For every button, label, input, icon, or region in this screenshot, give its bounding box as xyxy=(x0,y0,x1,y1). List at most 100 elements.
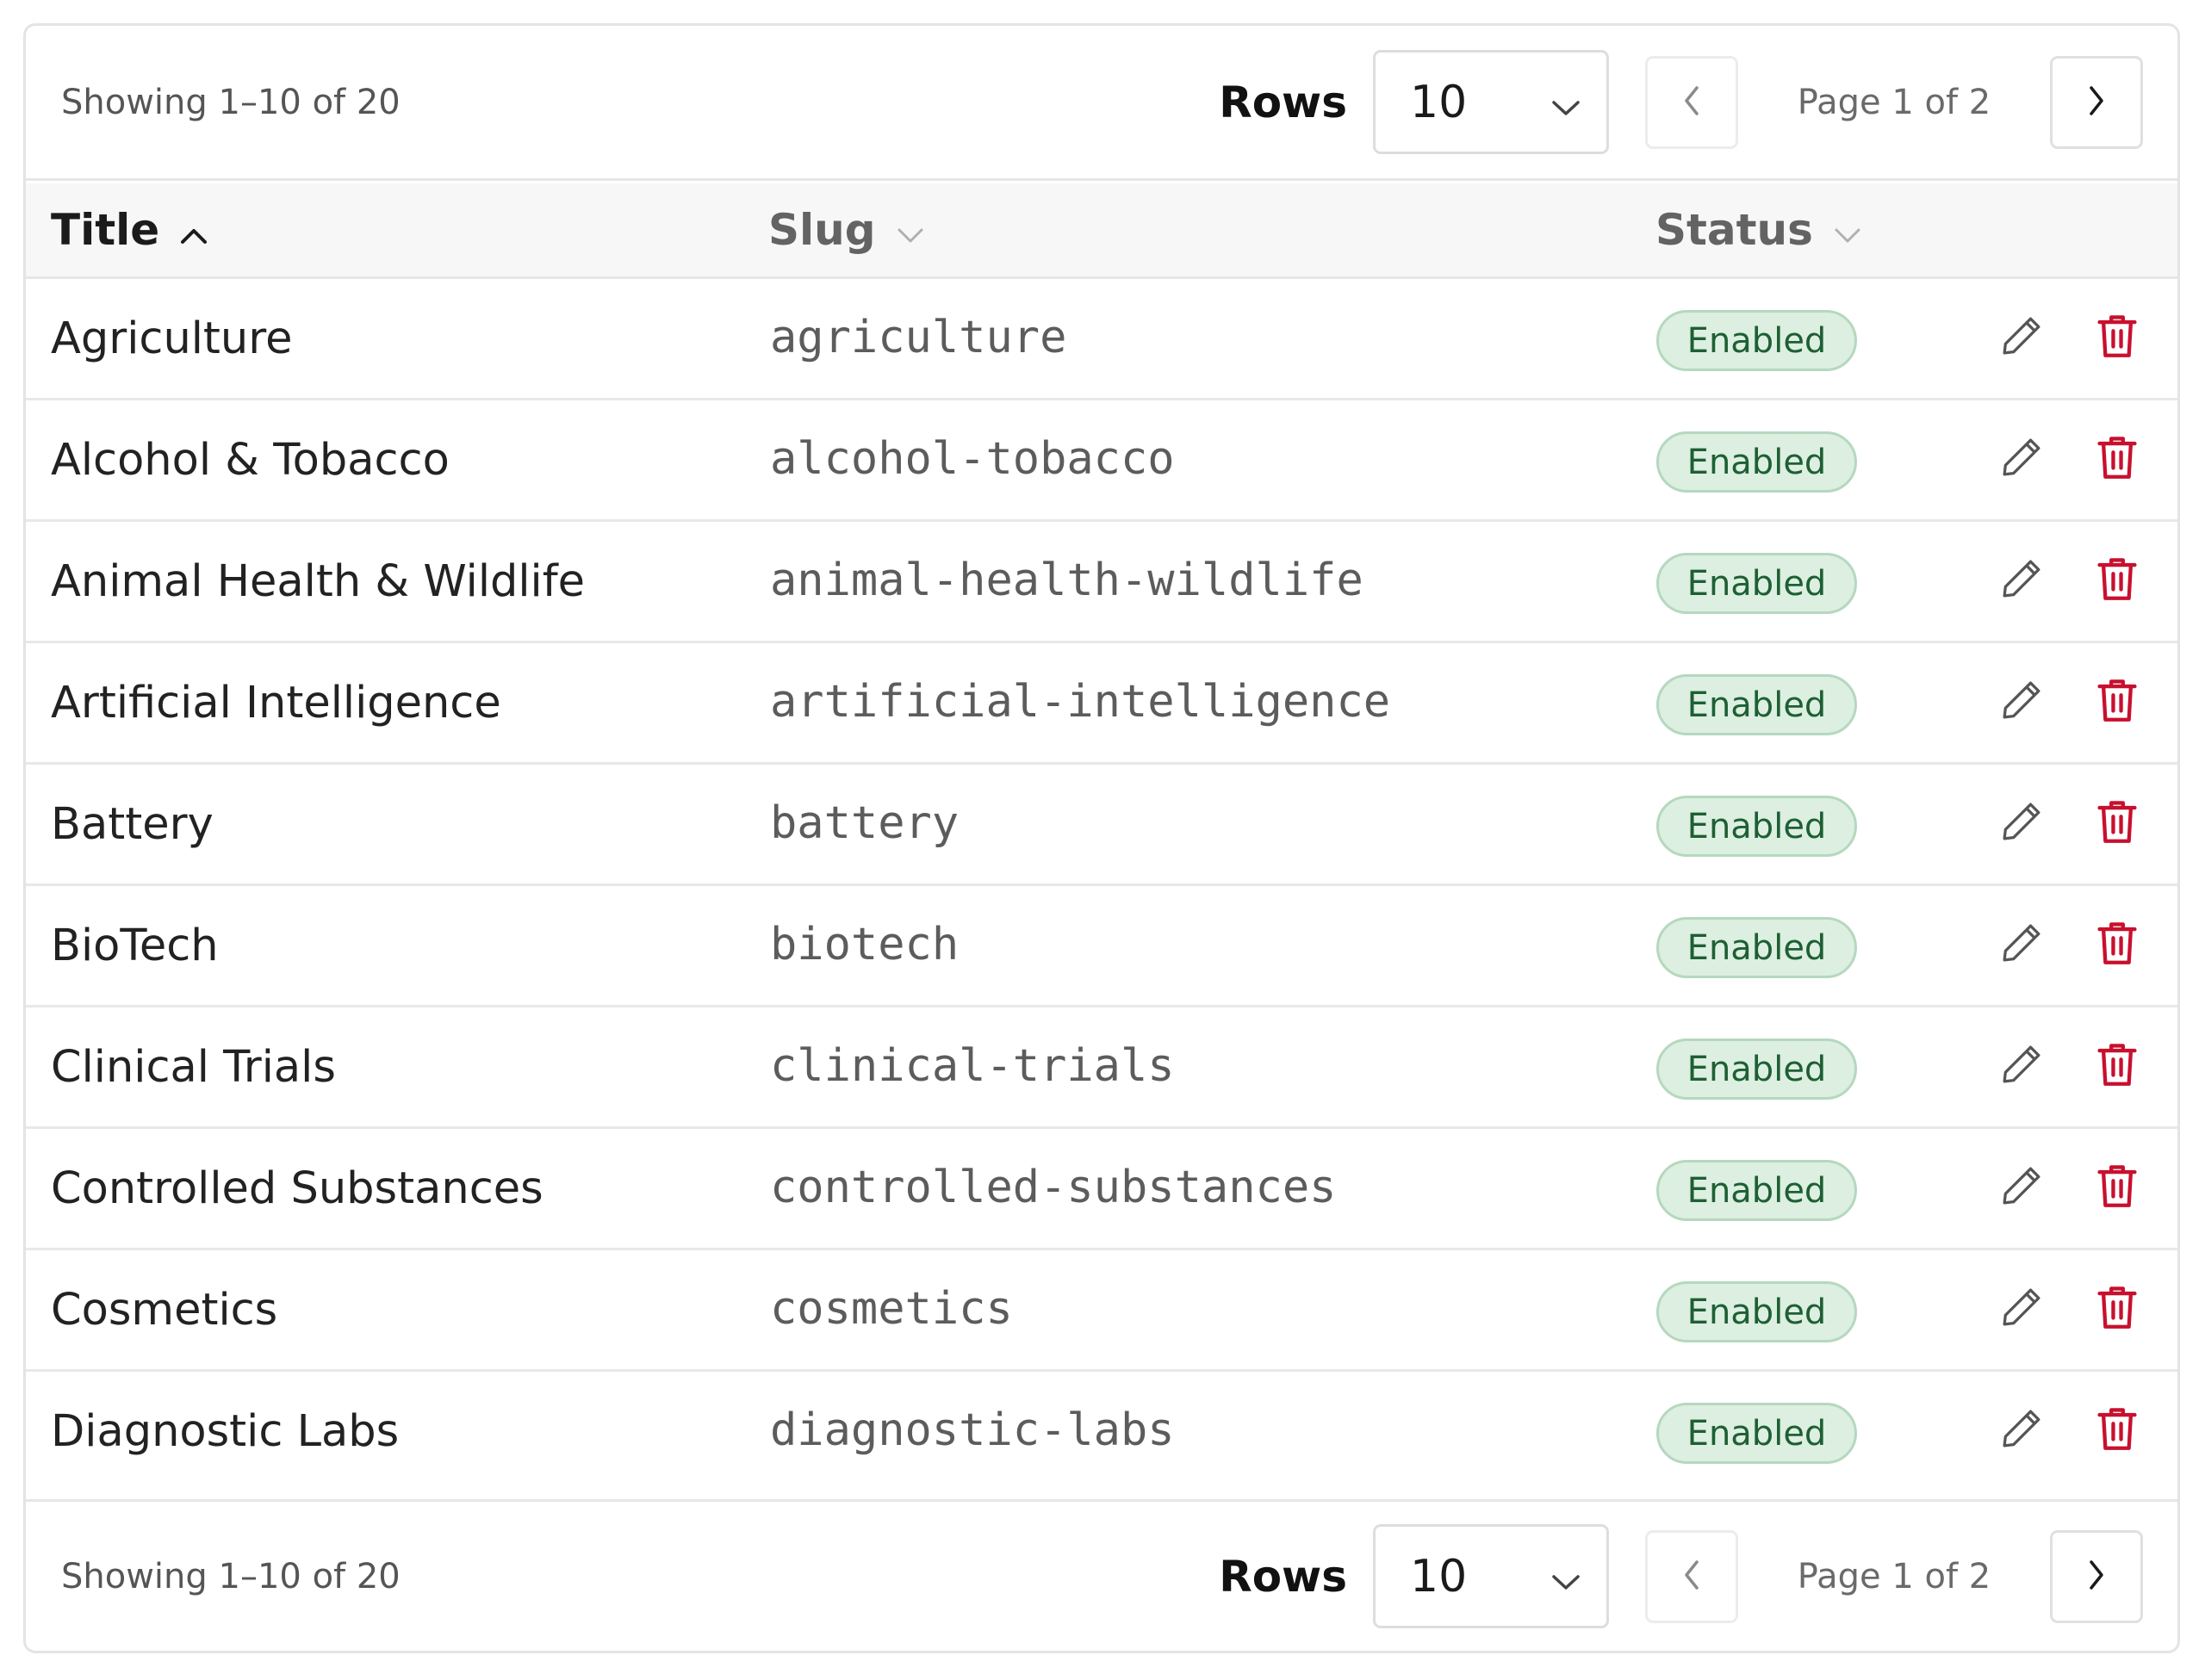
pencil-icon xyxy=(1997,433,2046,485)
chevron-right-icon xyxy=(2088,1559,2105,1594)
chevron-down-icon xyxy=(876,205,924,255)
chevron-left-icon xyxy=(1683,85,1700,120)
status-badge: Enabled xyxy=(1656,1160,1857,1221)
table-row: Battery battery Enabled xyxy=(26,765,2177,886)
table-row: Artificial Intelligence artificial-intel… xyxy=(26,643,2177,765)
pencil-icon xyxy=(1997,797,2046,849)
previous-page-button[interactable] xyxy=(1645,1529,1738,1623)
table-row: BioTech biotech Enabled xyxy=(26,886,2177,1007)
page-indicator: Page 1 of 2 xyxy=(1797,1556,1991,1596)
column-header-title[interactable]: Title xyxy=(51,183,208,276)
table-row: Animal Health & Wildlife animal-health-w… xyxy=(26,522,2177,643)
status-badge: Enabled xyxy=(1656,796,1857,857)
delete-button[interactable] xyxy=(2090,1281,2145,1336)
edit-button[interactable] xyxy=(1994,1281,2049,1336)
row-title: Controlled Substances xyxy=(51,1162,543,1214)
row-title: BioTech xyxy=(51,920,219,971)
chevron-down-icon xyxy=(1551,77,1581,128)
row-title: Artificial Intelligence xyxy=(51,677,501,728)
status-badge: Enabled xyxy=(1656,431,1857,493)
column-header-label: Title xyxy=(51,205,160,255)
delete-button[interactable] xyxy=(2090,674,2145,729)
row-slug: animal-health-wildlife xyxy=(770,555,1363,606)
table-row: Alcohol & Tobacco alcohol-tobacco Enable… xyxy=(26,400,2177,522)
chevron-left-icon xyxy=(1683,1559,1700,1594)
edit-button[interactable] xyxy=(1994,1038,2049,1094)
pencil-icon xyxy=(1997,555,2046,606)
page: Showing 1–10 of 20 Rows 10 Page 1 of 2 T… xyxy=(0,0,2205,1680)
row-slug: battery xyxy=(770,797,960,849)
table-row: Diagnostic Labs diagnostic-labs Enabled xyxy=(26,1372,2177,1499)
column-header-slug[interactable]: Slug xyxy=(768,183,924,276)
trash-icon xyxy=(2096,1283,2139,1335)
status-badge: Enabled xyxy=(1656,1038,1857,1100)
pagination-bottom: Showing 1–10 of 20 Rows 10 Page 1 of 2 xyxy=(26,1499,2177,1651)
edit-button[interactable] xyxy=(1994,431,2049,487)
edit-button[interactable] xyxy=(1994,1160,2049,1215)
delete-button[interactable] xyxy=(2090,917,2145,972)
edit-button[interactable] xyxy=(1994,310,2049,365)
row-title: Cosmetics xyxy=(51,1284,278,1336)
edit-button[interactable] xyxy=(1994,674,2049,729)
delete-button[interactable] xyxy=(2090,553,2145,608)
row-title: Battery xyxy=(51,798,214,850)
pencil-icon xyxy=(1997,1283,2046,1335)
row-title: Clinical Trials xyxy=(51,1041,336,1093)
delete-button[interactable] xyxy=(2090,1038,2145,1094)
trash-icon xyxy=(2096,1040,2139,1092)
row-slug: clinical-trials xyxy=(770,1040,1175,1092)
status-badge: Enabled xyxy=(1656,1281,1857,1342)
trash-icon xyxy=(2096,433,2139,485)
chevron-right-icon xyxy=(2088,85,2105,120)
trash-icon xyxy=(2096,797,2139,849)
showing-count: Showing 1–10 of 20 xyxy=(61,1556,401,1596)
next-page-button[interactable] xyxy=(2050,1529,2143,1623)
row-title: Alcohol & Tobacco xyxy=(51,434,450,486)
chevron-down-icon xyxy=(1551,1551,1581,1603)
rows-per-page-select[interactable]: 10 xyxy=(1373,1524,1609,1628)
pagination-top: Showing 1–10 of 20 Rows 10 Page 1 of 2 xyxy=(26,26,2177,181)
row-slug: diagnostic-labs xyxy=(770,1404,1175,1456)
delete-button[interactable] xyxy=(2090,431,2145,487)
edit-button[interactable] xyxy=(1994,553,2049,608)
trash-icon xyxy=(2096,555,2139,606)
row-slug: agriculture xyxy=(770,312,1067,363)
pencil-icon xyxy=(1997,312,2046,363)
row-slug: artificial-intelligence xyxy=(770,676,1391,728)
data-table-card: Showing 1–10 of 20 Rows 10 Page 1 of 2 T… xyxy=(23,23,2180,1653)
rows-per-page-select[interactable]: 10 xyxy=(1373,50,1609,154)
previous-page-button[interactable] xyxy=(1645,55,1738,149)
status-badge: Enabled xyxy=(1656,674,1857,735)
trash-icon xyxy=(2096,919,2139,970)
pencil-icon xyxy=(1997,919,2046,970)
delete-button[interactable] xyxy=(2090,796,2145,851)
edit-button[interactable] xyxy=(1994,917,2049,972)
status-badge: Enabled xyxy=(1656,310,1857,371)
edit-button[interactable] xyxy=(1994,796,2049,851)
next-page-button[interactable] xyxy=(2050,55,2143,149)
trash-icon xyxy=(2096,312,2139,363)
trash-icon xyxy=(2096,1162,2139,1213)
delete-button[interactable] xyxy=(2090,1160,2145,1215)
row-slug: biotech xyxy=(770,919,960,970)
page-indicator: Page 1 of 2 xyxy=(1797,82,1991,122)
row-slug: controlled-substances xyxy=(770,1162,1337,1213)
row-title: Animal Health & Wildlife xyxy=(51,555,586,607)
showing-count: Showing 1–10 of 20 xyxy=(61,82,401,122)
rows-per-page-value: 10 xyxy=(1410,76,1468,128)
column-header-label: Slug xyxy=(768,205,876,255)
table-row: Agriculture agriculture Enabled xyxy=(26,279,2177,400)
delete-button[interactable] xyxy=(2090,1403,2145,1458)
edit-button[interactable] xyxy=(1994,1403,2049,1458)
pencil-icon xyxy=(1997,1404,2046,1456)
chevron-down-icon xyxy=(1813,205,1861,255)
row-title: Agriculture xyxy=(51,313,293,364)
trash-icon xyxy=(2096,676,2139,728)
chevron-up-icon xyxy=(159,205,208,255)
delete-button[interactable] xyxy=(2090,310,2145,365)
pencil-icon xyxy=(1997,1040,2046,1092)
column-header-status[interactable]: Status xyxy=(1655,183,1861,276)
table-row: Controlled Substances controlled-substan… xyxy=(26,1129,2177,1250)
status-badge: Enabled xyxy=(1656,553,1857,614)
table-header: Title Slug Status xyxy=(26,183,2177,279)
